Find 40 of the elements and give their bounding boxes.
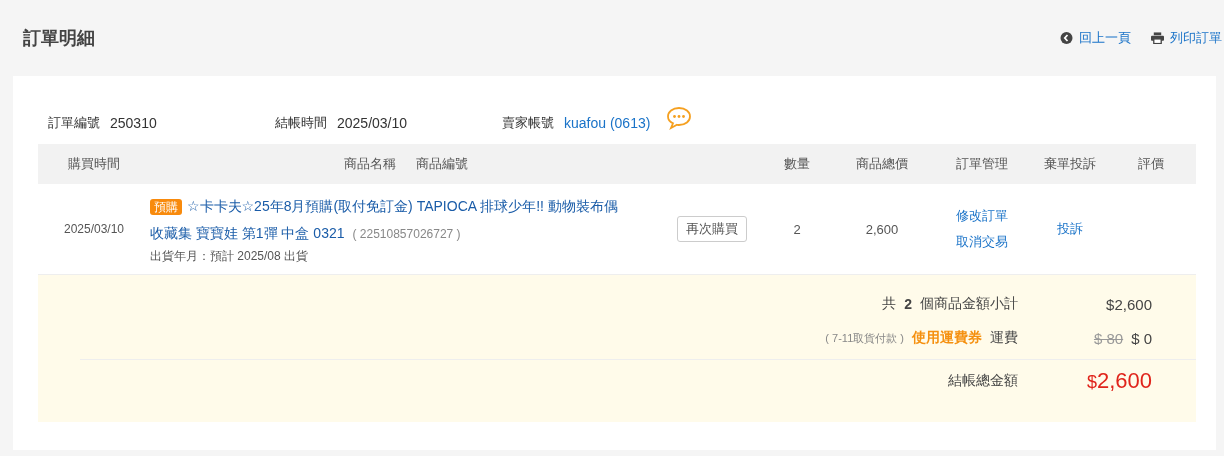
total-amount: $2,600	[1086, 368, 1152, 394]
column-header: 商品編號	[416, 155, 468, 173]
action-link[interactable]: 回上一頁	[1060, 29, 1131, 47]
column-header: 評價	[1137, 155, 1165, 173]
table-cell-text: 2025/03/10	[62, 222, 126, 236]
printer-icon	[1151, 32, 1164, 44]
rebuy-button[interactable]: 再次購買	[677, 216, 747, 242]
column-header: 購買時間	[67, 155, 121, 173]
column-header: 棄單投訴	[1042, 155, 1097, 173]
original-fee: $ 80	[1093, 329, 1124, 347]
column-header: 數量	[783, 155, 811, 173]
subtotal-label: 共 2 個商品金額小計	[882, 295, 1018, 313]
seller-link[interactable]: kuafou (0613)	[564, 115, 651, 131]
product-link[interactable]: 收藏集 寶寶娃 第1彈 中盒 0321	[150, 225, 345, 241]
preorder-badge: 預購	[150, 199, 182, 215]
shipping-note: 出貨年月：預計 2025/08 出貨	[150, 248, 310, 265]
shipping-fee: $ 0	[1131, 329, 1152, 347]
action-link[interactable]: 列印訂單	[1151, 29, 1222, 47]
page-title: 訂單明細	[23, 27, 95, 50]
info-value: 250310	[110, 115, 157, 131]
info-value: 2025/03/10	[337, 115, 408, 131]
info-label: 賣家帳號	[502, 114, 554, 132]
total-label: 結帳總金額	[948, 372, 1018, 390]
column-header: 訂單管理	[955, 155, 1009, 173]
column-header: 商品名稱	[344, 155, 396, 173]
product-code: ( 22510857026727 )	[352, 227, 461, 241]
table-cell-text: 2,600	[864, 221, 900, 237]
column-header: 商品總價	[855, 155, 909, 173]
manage-link[interactable]: 取消交易	[956, 233, 1008, 251]
complaint-link[interactable]: 投訴	[1056, 221, 1083, 236]
info-label: 訂單編號	[48, 114, 100, 132]
shipping-method: ( 7-11取貨付款 )	[825, 330, 904, 346]
subtotal-amount: $2,600	[1106, 295, 1152, 313]
manage-link[interactable]: 修改訂單	[956, 207, 1008, 225]
info-label: 結帳時間	[275, 114, 327, 132]
shipping-label: 運費	[990, 329, 1018, 347]
product-link[interactable]: ☆卡卡夫☆25年8月預購(取付免訂金) TAPIOCA 排球少年!! 動物裝布偶	[187, 198, 618, 214]
table-cell-text: 2	[792, 221, 802, 237]
chat-icon[interactable]	[666, 106, 693, 130]
back-icon	[1060, 32, 1073, 44]
